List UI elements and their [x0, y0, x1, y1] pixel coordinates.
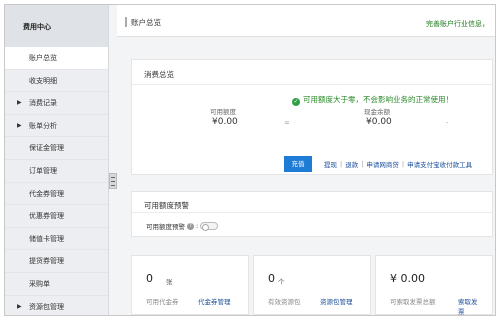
available-quota-label: 可用额度: [210, 108, 236, 116]
sidebar-item[interactable]: 代金券管理: [5, 183, 108, 206]
apply-loan-link[interactable]: 申请网商贷: [366, 159, 399, 169]
status-text: 可用额度大于零，不会影响业务的正常使用！: [303, 95, 453, 104]
sidebar: 费用中心 账户总览收支明细 ▶ 消费记录 ▶ 账单分析保证金管理订单管理代金券管理优惠券…: [5, 5, 109, 315]
invoice-amount: ¥ 0.00: [390, 272, 425, 285]
voucher-manage-link[interactable]: 代金券管理: [198, 296, 231, 306]
sidebar-item[interactable]: ▶ 资源包管理: [5, 296, 108, 315]
sidebar-header: 费用中心: [5, 5, 108, 47]
action-separator: |: [340, 160, 343, 168]
withdraw-link[interactable]: 提现: [324, 159, 337, 169]
caret-right-icon: ▶: [17, 302, 22, 310]
apply-alipay-tool-link[interactable]: 申请支付宝收付款工具: [407, 159, 472, 169]
sidebar-item-label: 账户总览: [29, 54, 57, 62]
action-separator: |: [401, 160, 405, 168]
cash-balance-label: 现金余额: [364, 108, 390, 116]
resource-pack-count: 0: [268, 272, 275, 285]
sidebar-item-label: 提货券管理: [29, 257, 64, 266]
caret-right-icon: ▶: [17, 99, 22, 107]
resource-pack-unit: 个: [278, 278, 285, 286]
page-header: 账户总览 完善账户行业信息，: [117, 5, 495, 37]
sidebar-collapse-handle[interactable]: [109, 173, 117, 189]
divider: [132, 212, 492, 213]
sidebar-item[interactable]: 账户总览: [5, 47, 108, 70]
voucher-stat: 0 张 可用代金券 代金券管理: [131, 255, 249, 315]
sidebar-item[interactable]: ▶ 消费记录: [5, 92, 108, 115]
sidebar-item-label: 保证金管理: [29, 144, 64, 153]
sidebar-item[interactable]: 订单管理: [5, 160, 108, 183]
voucher-count: 0: [146, 272, 153, 285]
available-quota-value: ¥0.00: [212, 117, 238, 127]
sidebar-item-label: 订单管理: [29, 166, 57, 175]
page-title: 账户总览: [131, 18, 161, 27]
sidebar-item[interactable]: 采购单: [5, 273, 108, 296]
consumption-title: 消费总览: [144, 70, 174, 79]
refund-link[interactable]: 退款: [345, 159, 358, 169]
industry-info-link[interactable]: 完善账户行业信息，: [426, 19, 489, 29]
colon: :: [196, 222, 199, 230]
voucher-label: 可用代金券: [146, 298, 179, 306]
resource-pack-stat: 0 个 有效资源包 资源包管理: [253, 255, 371, 315]
sidebar-item-label: 储值卡管理: [29, 234, 64, 243]
account-actions: 充值 提现 | 退款 | 申请网商贷 | 申请支付宝收付款工具: [284, 156, 475, 172]
request-invoice-link[interactable]: 索取发: [458, 296, 478, 306]
consumption-overview-card: 消费总览 ✓ 可用额度大于零，不会影响业务的正常使用！ 可用额度 ¥0.00 = …: [131, 59, 493, 175]
sidebar-item[interactable]: 保证金管理: [5, 137, 108, 160]
caret-right-icon: ▶: [17, 121, 22, 129]
sidebar-item-label: 收支明细: [29, 76, 57, 85]
request-invoice-link-cont[interactable]: 票: [458, 306, 465, 315]
sidebar-menu: 账户总览收支明细 ▶ 消费记录 ▶ 账单分析保证金管理订单管理代金券管理优惠券管理储值卡…: [5, 47, 108, 315]
sidebar-item[interactable]: ▶ 账单分析: [5, 115, 108, 138]
quota-alert-card: 可用额度预警 可用额度预警 ? :: [131, 191, 493, 237]
quota-alert-toggle[interactable]: [200, 222, 219, 231]
title-accent-bar: [125, 17, 127, 27]
help-icon[interactable]: ?: [187, 222, 194, 230]
invoice-stat: ¥ 0.00 可索取发票总额 索取发 票: [375, 255, 493, 315]
check-circle-icon: ✓: [292, 98, 300, 106]
divider: [132, 84, 492, 85]
sidebar-item-label: 账单分析: [29, 121, 57, 130]
quota-alert-title: 可用额度预警: [144, 201, 189, 210]
main-content: 账户总览 完善账户行业信息， 消费总览 ✓ 可用额度大于零，不会影响业务的正常使用…: [117, 5, 495, 315]
sidebar-item[interactable]: 提货券管理: [5, 250, 108, 273]
app-window: 费用中心 账户总览 收支明细 ▶ 消费记录 ▶ 账单分析 保证金管理 订单管理 代金券管理 优惠券…: [4, 4, 496, 316]
recharge-button[interactable]: 充值: [284, 156, 312, 172]
resource-pack-manage-link[interactable]: 资源包管理: [320, 296, 353, 306]
sidebar-item-label: 优惠券管理: [29, 212, 64, 221]
voucher-unit: 张: [166, 278, 173, 286]
sidebar-item-label: 代金券管理: [29, 189, 64, 198]
action-separator: |: [361, 160, 364, 168]
sidebar-item[interactable]: 收支明细: [5, 70, 108, 93]
minus-sign: -: [446, 119, 449, 127]
quota-alert-row: 可用额度预警 ? :: [146, 221, 219, 231]
sidebar-item-label: 资源包管理: [29, 302, 64, 311]
sidebar-item[interactable]: 优惠券管理: [5, 205, 108, 228]
resource-pack-label: 有效资源包: [268, 298, 301, 306]
sidebar-item[interactable]: 储值卡管理: [5, 228, 108, 251]
cash-balance-value: ¥0.00: [366, 117, 392, 127]
summary-stats: 0 张 可用代金券 代金券管理 0 个 有效资源包 资源包管理 ¥ 0.00 可…: [131, 255, 493, 315]
equals-sign: =: [284, 119, 290, 127]
status-message: ✓ 可用额度大于零，不会影响业务的正常使用！: [292, 94, 453, 106]
sidebar-item-label: 采购单: [29, 279, 50, 288]
quota-alert-label: 可用额度预警: [146, 223, 185, 231]
sidebar-item-label: 消费记录: [29, 99, 57, 108]
invoice-label: 可索取发票总额: [390, 298, 436, 306]
